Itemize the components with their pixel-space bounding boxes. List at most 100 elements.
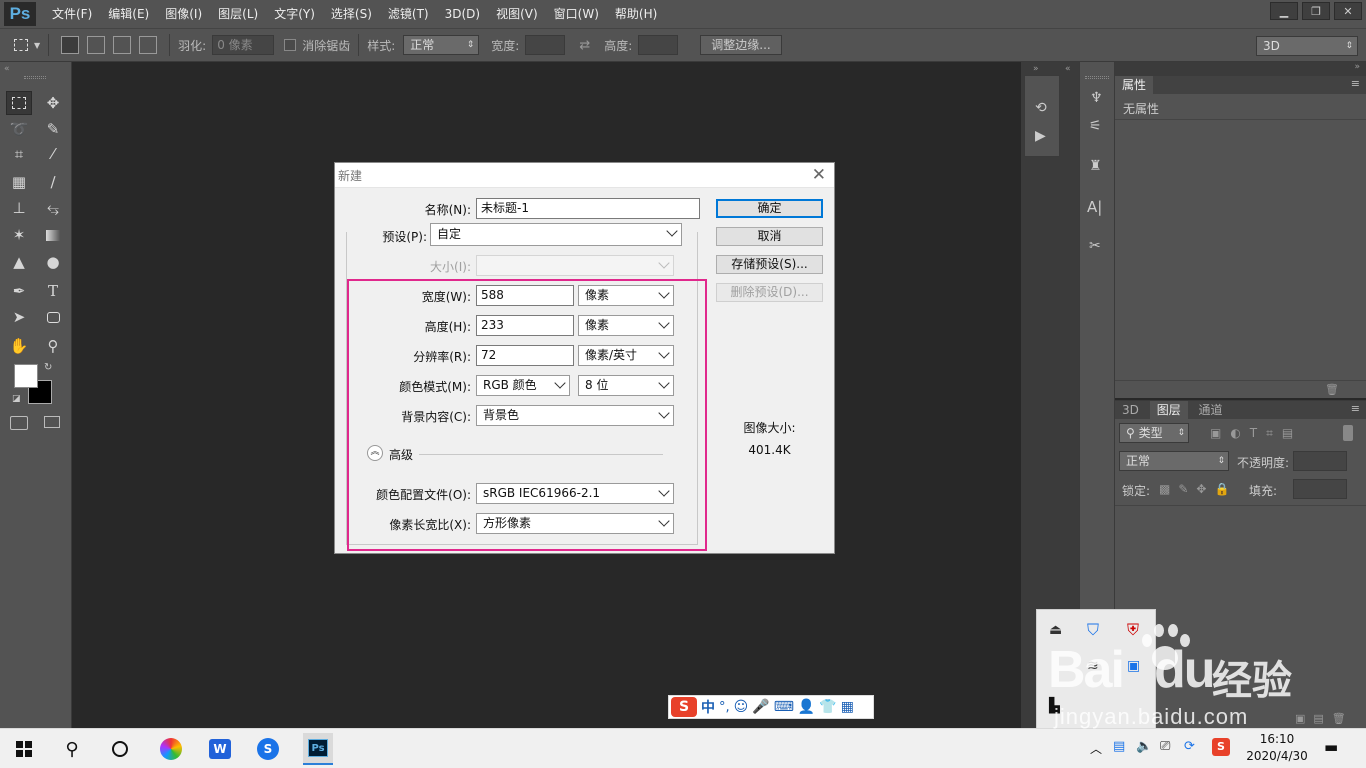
filter-icons[interactable]: ▣◐T⌗▤ (1210, 426, 1302, 441)
delete-preset-button[interactable]: 删除预设(D)... (716, 283, 823, 302)
history-brush-tool[interactable]: ⥃ (40, 196, 66, 220)
tab-properties[interactable]: 属性 (1115, 76, 1154, 94)
restore-icon[interactable]: ❐ (1302, 2, 1330, 20)
wps-icon[interactable]: W (206, 735, 234, 763)
eraser-tool[interactable]: ✶ (6, 223, 32, 247)
blur-tool[interactable]: ▲ (6, 250, 32, 274)
panel-menu-icon[interactable]: ≡ (1351, 402, 1360, 415)
foreground-color-swatch-top[interactable] (14, 364, 38, 388)
crop-tool[interactable]: ⌗ (6, 142, 32, 166)
width-input[interactable] (525, 35, 566, 55)
style-select[interactable]: 正常 ⇕ (403, 35, 480, 55)
wifi-icon[interactable]: ≋ (1087, 658, 1099, 674)
stamp-tool[interactable]: ⊥ (6, 196, 32, 220)
brush-tool[interactable]: ∕ (40, 170, 66, 194)
search-icon[interactable]: ⚲ (58, 735, 86, 763)
browser-icon[interactable] (157, 735, 185, 763)
sogou-tray-icon[interactable]: S (1212, 738, 1230, 756)
healing-tool[interactable]: ▦ (6, 170, 32, 194)
mic-icon[interactable]: 🎤 (752, 699, 769, 715)
type-tool[interactable]: T (40, 279, 66, 303)
menu-filter[interactable]: 滤镜(T) (380, 0, 437, 28)
opacity-input[interactable] (1293, 451, 1347, 471)
chevron-down-icon[interactable]: ▼ (34, 41, 40, 50)
chat-icon[interactable]: ▣ (1127, 658, 1140, 674)
menu-edit[interactable]: 编辑(E) (100, 0, 157, 28)
grip[interactable] (24, 76, 46, 79)
height-input[interactable] (638, 35, 679, 55)
blend-mode-select[interactable]: 正常 ⇕ (1119, 451, 1229, 471)
layer-filter-select[interactable]: ⚲ 类型 ⇕ (1119, 423, 1189, 443)
brush-panel-icon[interactable]: ⚟ (1089, 118, 1102, 134)
default-colors-icon[interactable]: ◪ (12, 394, 21, 404)
collapse-icon[interactable]: « (1065, 64, 1071, 74)
tab-3d[interactable]: 3D (1115, 401, 1146, 419)
character-icon[interactable]: A| (1087, 198, 1102, 216)
move-tool[interactable]: ✥ (40, 91, 66, 115)
shield-icon[interactable]: ⛉ (1087, 620, 1099, 640)
sogou-icon[interactable]: S (671, 697, 697, 717)
menu-image[interactable]: 图像(I) (157, 0, 210, 28)
menu-help[interactable]: 帮助(H) (607, 0, 665, 28)
eyedropper-tool[interactable]: ⁄ (40, 142, 66, 166)
clock-time[interactable]: 16:10 (1248, 732, 1306, 746)
new-selection-icon[interactable] (61, 36, 80, 54)
dodge-tool[interactable]: ● (40, 250, 66, 274)
size-select[interactable] (476, 255, 674, 276)
refine-edge-button[interactable]: 调整边缘... (700, 35, 782, 55)
sync-icon[interactable]: ⟳ (1184, 739, 1195, 754)
lasso-tool[interactable]: ➰ (6, 117, 32, 141)
windows-start-icon[interactable] (10, 735, 38, 763)
volume-icon[interactable]: 🔈 (1136, 739, 1152, 754)
menu-window[interactable]: 窗口(W) (546, 0, 607, 28)
pen-tool[interactable]: ✒ (6, 279, 32, 303)
close-icon[interactable]: ✕ (812, 165, 826, 185)
tab-layers[interactable]: 图层 (1149, 401, 1188, 419)
app-tray-icon[interactable]: ▙ (1049, 698, 1060, 714)
path-select-tool[interactable]: ➤ (6, 305, 32, 329)
grip[interactable] (1085, 76, 1109, 79)
network-icon[interactable]: ⎚ (1160, 739, 1170, 754)
tool-presets-icon[interactable]: ✂ (1089, 238, 1101, 254)
trash-icon[interactable]: 🗑 (1325, 383, 1339, 396)
workspace-select[interactable]: 3D ⇕ (1256, 36, 1358, 56)
intersect-selection-icon[interactable] (139, 36, 158, 54)
name-input[interactable]: 未标题-1 (476, 198, 700, 219)
lock-icons[interactable]: ▩✎✥🔒 (1159, 482, 1237, 496)
history-icon[interactable]: ⟲ (1035, 100, 1047, 116)
menu-3d[interactable]: 3D(D) (437, 0, 488, 28)
preset-select[interactable]: 自定 (430, 223, 682, 246)
shape-tool[interactable] (40, 305, 66, 329)
clone-source-icon[interactable]: ♜ (1089, 158, 1102, 174)
layer-footer-icons[interactable]: ▣▤🗑 (1295, 712, 1354, 725)
cancel-button[interactable]: 取消 (716, 227, 823, 246)
panel-menu-icon[interactable]: ≡ (1351, 77, 1360, 90)
chevron-up-icon[interactable]: ︿ (1090, 740, 1102, 757)
swap-icon[interactable]: ⇄ (579, 38, 590, 53)
collapse-icon[interactable]: « (4, 64, 10, 74)
usb-icon[interactable]: ⏏ (1049, 622, 1062, 638)
skin-icon[interactable]: 👕 (819, 699, 836, 715)
feather-input[interactable]: 0 像素 (212, 35, 275, 55)
minimize-icon[interactable]: ▁ (1270, 2, 1298, 20)
brush-presets-icon[interactable]: ♆ (1090, 90, 1103, 106)
screen-mode-icon[interactable] (44, 416, 60, 428)
filter-toggle[interactable] (1343, 425, 1353, 441)
ime-mode[interactable]: 中 (701, 697, 715, 717)
marquee-preset-icon[interactable] (8, 34, 34, 56)
menu-layer[interactable]: 图层(L) (210, 0, 266, 28)
collapse-icon[interactable]: » (1354, 62, 1360, 72)
notification-icon[interactable]: ▬ (1324, 738, 1338, 756)
antialias-checkbox[interactable] (284, 39, 297, 51)
close-icon[interactable]: ✕ (1334, 2, 1362, 20)
photoshop-taskbar-icon[interactable]: Ps (303, 733, 333, 765)
menu-file[interactable]: 文件(F) (44, 0, 100, 28)
user-icon[interactable]: 👤 (798, 699, 815, 715)
menu-select[interactable]: 选择(S) (323, 0, 380, 28)
expand-icon[interactable]: » (1033, 64, 1039, 74)
ok-button[interactable]: 确定 (716, 199, 823, 218)
menu-view[interactable]: 视图(V) (488, 0, 546, 28)
security-icon[interactable]: ⛨ (1127, 620, 1139, 640)
sogou-browser-icon[interactable]: S (254, 735, 282, 763)
keyboard-icon[interactable]: ⌨ (774, 699, 794, 715)
